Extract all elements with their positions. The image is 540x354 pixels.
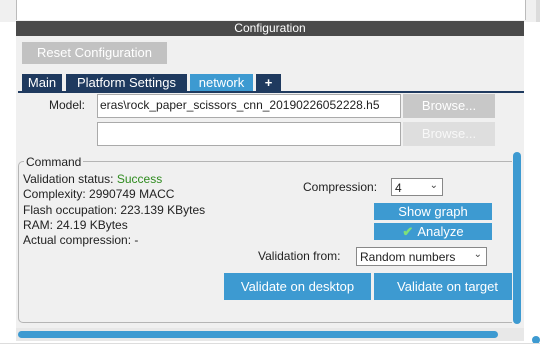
tab-main[interactable]: Main: [22, 74, 62, 91]
analyze-button[interactable]: ✔ Analyze: [374, 223, 492, 240]
show-graph-button[interactable]: Show graph: [374, 203, 492, 220]
tabs-underline: [18, 91, 524, 93]
command-group-title: Command: [24, 155, 84, 169]
bottom-strip: [0, 343, 540, 354]
model-path-field[interactable]: eras\rock_paper_scissors_cnn_20190226052…: [97, 94, 401, 118]
flash-occupation-text: Flash occupation: 223.139 KBytes: [23, 203, 206, 217]
validation-from-label: Validation from:: [258, 249, 341, 263]
compression-select[interactable]: 4 ⌄: [391, 178, 443, 196]
ram-text: RAM: 24.19 KBytes: [23, 218, 128, 232]
browse-second-button[interactable]: Browse...: [403, 122, 495, 146]
checkmark-icon: ✔: [402, 224, 414, 239]
tab-network[interactable]: network: [190, 74, 253, 91]
add-tab-button[interactable]: +: [256, 74, 281, 91]
actual-compression-text: Actual compression: -: [23, 233, 139, 247]
top-scrollbar[interactable]: [536, 0, 540, 22]
second-path-field[interactable]: [97, 122, 401, 146]
complexity-text: Complexity: 2990749 MACC: [23, 187, 175, 201]
right-edge: [527, 36, 540, 353]
horizontal-scrollbar-thumb[interactable]: [18, 331, 498, 338]
reset-configuration-button[interactable]: Reset Configuration: [22, 42, 167, 64]
validation-status-value: Success: [116, 172, 163, 186]
validate-on-target-button[interactable]: Validate on target: [374, 273, 521, 300]
vertical-scrollbar-thumb[interactable]: [513, 152, 521, 324]
model-label: Model:: [49, 98, 86, 112]
configuration-header: Configuration: [16, 21, 524, 36]
validate-on-desktop-button[interactable]: Validate on desktop: [224, 273, 371, 300]
compression-label: Compression:: [303, 180, 378, 194]
browse-model-button[interactable]: Browse...: [403, 94, 495, 118]
chevron-down-icon: ⌄: [429, 180, 438, 191]
validation-status-label: Validation status:: [23, 172, 114, 186]
validation-status: Validation status: Success: [23, 172, 162, 186]
validation-from-select[interactable]: Random numbers ⌄: [356, 247, 487, 266]
compression-value: 4: [395, 181, 402, 195]
validation-from-value: Random numbers: [360, 250, 456, 264]
analyze-button-label: Analyze: [417, 224, 464, 239]
tab-platform-settings[interactable]: Platform Settings: [66, 74, 187, 91]
chevron-down-icon: ⌄: [473, 249, 482, 260]
top-area: [0, 0, 540, 22]
